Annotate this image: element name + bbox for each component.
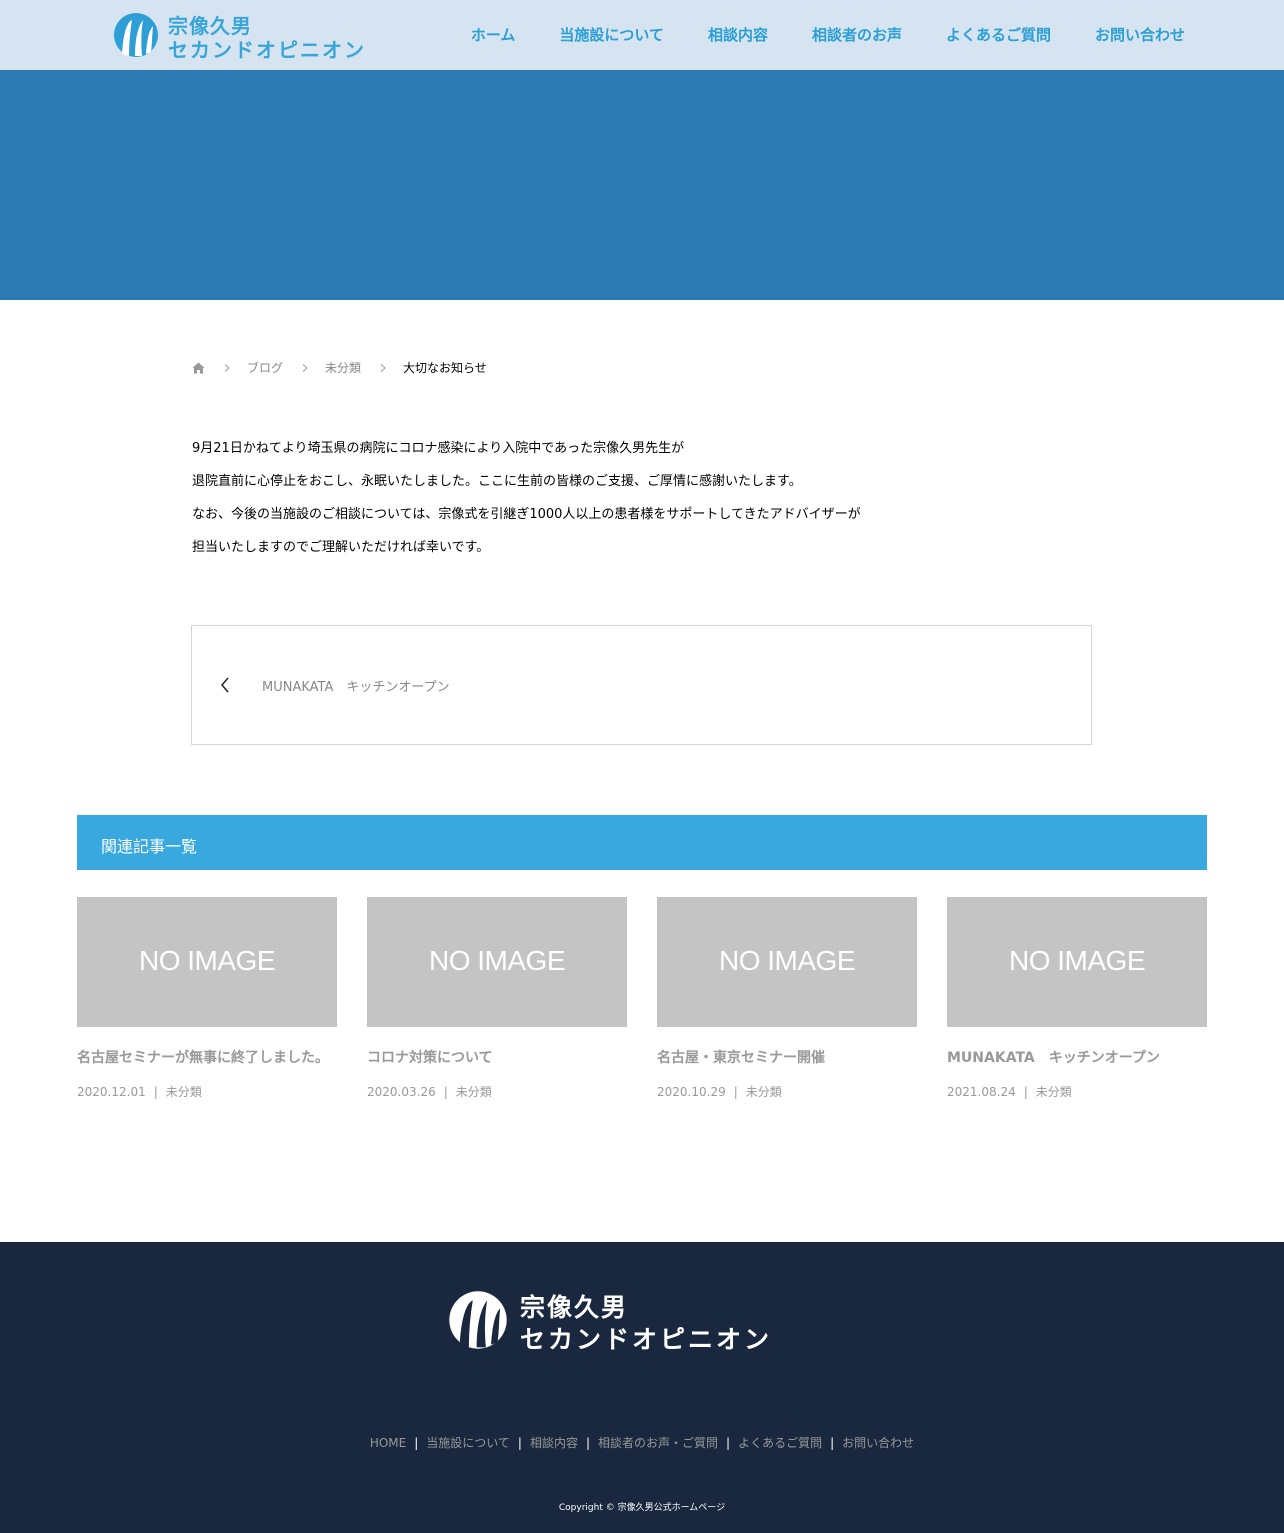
article-paragraph: なお、今後の当施設のご相談については、宗像式を引継ぎ1000人以上の患者様をサポ… (192, 507, 861, 522)
breadcrumb-category[interactable]: 未分類 (325, 359, 361, 376)
nav-contact[interactable]: お問い合わせ (1095, 24, 1185, 45)
logo-subtitle: セカンドオピニオン (168, 38, 366, 62)
card-category[interactable]: 未分類 (1036, 1085, 1072, 1099)
card-date: 2021.08.24 (947, 1085, 1016, 1099)
card-date: 2020.10.29 (657, 1085, 726, 1099)
home-icon[interactable] (192, 362, 205, 374)
related-card: NO IMAGE 名古屋セミナーが無事に終了しました。 2020.12.01 | 未… (77, 897, 337, 1100)
nav-voices[interactable]: 相談者のお声 (812, 24, 902, 45)
footer-nav-voices[interactable]: 相談者のお声・ご質問 (598, 1436, 718, 1450)
card-title[interactable]: 名古屋・東京セミナー開催 (657, 1047, 917, 1067)
breadcrumb: ブログ 未分類 大切なお知らせ (192, 359, 487, 376)
card-meta: 2020.03.26 | 未分類 (367, 1085, 492, 1099)
logo-mark-icon (114, 13, 158, 57)
card-meta: 2020.10.29 | 未分類 (657, 1085, 782, 1099)
card-category[interactable]: 未分類 (746, 1085, 782, 1099)
breadcrumb-blog[interactable]: ブログ (247, 359, 283, 376)
related-card: NO IMAGE 名古屋・東京セミナー開催 2020.10.29 | 未分類 (657, 897, 917, 1100)
nav-about[interactable]: 当施設について (559, 24, 664, 45)
card-thumbnail[interactable]: NO IMAGE (77, 897, 337, 1027)
site-header: 宗像久男 セカンドオピニオン ホーム 当施設について 相談内容 相談者のお声 よ… (0, 0, 1284, 70)
footer-logo[interactable]: 宗像久男 セカンドオピニオン (448, 1288, 788, 1354)
card-thumbnail[interactable]: NO IMAGE (947, 897, 1207, 1027)
breadcrumb-current: 大切なお知らせ (403, 361, 487, 375)
article-paragraph: 9月21日かねてより埼玉県の病院にコロナ感染により入院中であった宗像久男先生が (192, 441, 685, 456)
no-image-label: NO IMAGE (1008, 945, 1146, 976)
logo-mark-icon (449, 1291, 507, 1349)
article-paragraph: 退院直前に心停止をおこし、永眠いたしました。ここに生前の皆様のご支援、ご厚情に感… (192, 474, 802, 489)
footer-nav-faq[interactable]: よくあるご質問 (738, 1436, 822, 1450)
chevron-left-icon (221, 677, 229, 693)
prev-post-link[interactable]: MUNAKATA キッチンオープン (191, 625, 1092, 745)
article-body: 9月21日かねてより埼玉県の病院にコロナ感染により入院中であった宗像久男先生が … (192, 440, 1092, 572)
nav-consultation[interactable]: 相談内容 (708, 24, 768, 45)
no-image-label: NO IMAGE (138, 945, 276, 976)
prev-post-title: MUNAKATA キッチンオープン (262, 680, 450, 695)
site-logo[interactable]: 宗像久男 セカンドオピニオン (113, 10, 373, 62)
chevron-right-icon (302, 363, 308, 372)
card-date: 2020.03.26 (367, 1085, 436, 1099)
card-title[interactable]: コロナ対策について (367, 1047, 627, 1067)
card-thumbnail[interactable]: NO IMAGE (657, 897, 917, 1027)
card-date: 2020.12.01 (77, 1085, 146, 1099)
related-heading-bar: 関連記事一覧 (77, 815, 1207, 870)
card-category[interactable]: 未分類 (456, 1085, 492, 1099)
chevron-right-icon (380, 363, 386, 372)
no-image-label: NO IMAGE (428, 945, 566, 976)
hero-banner (0, 70, 1284, 300)
main-nav: ホーム 当施設について 相談内容 相談者のお声 よくあるご質問 お問い合わせ (471, 24, 1185, 45)
card-category[interactable]: 未分類 (166, 1085, 202, 1099)
footer-nav-home[interactable]: HOME (370, 1436, 406, 1450)
footer-logo-subtitle: セカンドオピニオン (520, 1325, 773, 1354)
footer-nav-about[interactable]: 当施設について (426, 1436, 510, 1450)
related-card: NO IMAGE コロナ対策について 2020.03.26 | 未分類 (367, 897, 627, 1100)
nav-home[interactable]: ホーム (471, 24, 516, 45)
footer-nav-consultation[interactable]: 相談内容 (530, 1436, 578, 1450)
card-meta: 2020.12.01 | 未分類 (77, 1085, 202, 1099)
copyright: Copyright © 宗像久男公式ホームページ (558, 1503, 726, 1513)
related-heading: 関連記事一覧 (101, 837, 198, 856)
card-title[interactable]: MUNAKATA キッチンオープン (947, 1047, 1207, 1067)
footer-logo-title: 宗像久男 (520, 1293, 629, 1322)
footer-nav-contact[interactable]: お問い合わせ (842, 1436, 914, 1450)
no-image-label: NO IMAGE (718, 945, 856, 976)
article-paragraph: 担当いたしますのでご理解いただければ幸いです。 (192, 540, 490, 555)
card-meta: 2021.08.24 | 未分類 (947, 1085, 1072, 1099)
site-footer: 宗像久男 セカンドオピニオン HOME | 当施設について | 相談内容 | 相談者のお声・… (0, 1242, 1284, 1533)
footer-nav: HOME | 当施設について | 相談内容 | 相談者のお声・ご質問 | よくあるご質問 | お問い… (369, 1436, 915, 1450)
card-thumbnail[interactable]: NO IMAGE (367, 897, 627, 1027)
chevron-right-icon (224, 363, 230, 372)
card-title[interactable]: 名古屋セミナーが無事に終了しました。 (77, 1047, 337, 1067)
nav-faq[interactable]: よくあるご質問 (946, 24, 1051, 45)
related-card: NO IMAGE MUNAKATA キッチンオープン 2021.08.24 | 未分… (947, 897, 1207, 1100)
